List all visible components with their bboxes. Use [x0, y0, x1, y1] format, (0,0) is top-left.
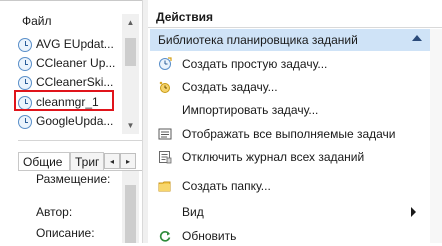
section-title: Библиотека планировщика заданий: [158, 33, 358, 47]
clock-icon: [18, 75, 32, 90]
task-list: AVG EUpdat... CCleaner Up... CCleanerSki…: [18, 34, 122, 130]
task-item-google-update[interactable]: GoogleUpda...: [18, 111, 122, 131]
tab-triggers[interactable]: Триг: [70, 152, 104, 171]
action-label: Создать простую задачу...: [182, 57, 328, 71]
action-refresh[interactable]: Обновить: [148, 226, 428, 246]
action-label: Создать задачу...: [182, 80, 278, 94]
action-view[interactable]: Вид: [148, 202, 428, 222]
collapse-icon[interactable]: [412, 35, 422, 41]
create-basic-task-icon: [159, 57, 172, 70]
clock-icon: [18, 37, 32, 52]
description-label: Описание:: [36, 226, 95, 240]
action-label: Обновить: [182, 229, 237, 243]
task-list-scrollbar[interactable]: ▲ ▼: [122, 14, 139, 134]
action-disable-history[interactable]: Отключить журнал всех заданий: [148, 147, 428, 167]
clock-icon: [18, 114, 32, 129]
pane-border: [0, 0, 142, 1]
task-list-pane: Файл AVG EUpdat... CCleaner Up... CClean…: [0, 0, 142, 243]
action-label: Отключить журнал всех заданий: [182, 150, 365, 164]
scroll-down-icon[interactable]: ▼: [122, 117, 139, 134]
scroll-up-icon[interactable]: ▲: [122, 14, 139, 31]
highlight-box: [14, 90, 114, 111]
action-create-folder[interactable]: Создать папку...: [148, 176, 428, 196]
new-folder-icon: [158, 181, 171, 192]
running-tasks-icon: [158, 128, 172, 140]
refresh-icon: [159, 231, 171, 242]
action-display-running-tasks[interactable]: Отображать все выполняемые задачи: [148, 124, 428, 144]
scrollbar-thumb[interactable]: [125, 185, 136, 243]
task-item-ccleaner-update[interactable]: CCleaner Up...: [18, 53, 122, 73]
action-import-task[interactable]: Импортировать задачу...: [148, 100, 428, 120]
action-label: Создать папку...: [182, 179, 271, 193]
author-label: Автор:: [36, 205, 73, 219]
action-label: Импортировать задачу...: [182, 103, 319, 117]
clock-icon: [18, 56, 32, 71]
actions-header: Действия: [148, 0, 442, 28]
actions-scrollbar[interactable]: [430, 29, 442, 243]
create-task-icon: [159, 81, 170, 93]
task-item-label: AVG EUpdat...: [36, 37, 114, 51]
divider: [18, 140, 142, 141]
submenu-arrow-icon: [411, 207, 416, 217]
action-label: Вид: [182, 205, 204, 219]
task-item-label: CCleanerSki...: [36, 75, 114, 89]
disable-history-icon: [159, 151, 172, 164]
action-label: Отображать все выполняемые задачи: [182, 127, 396, 141]
section-task-scheduler-library[interactable]: Библиотека планировщика заданий: [150, 29, 430, 51]
scrollbar-thumb[interactable]: [125, 38, 136, 66]
tab-general[interactable]: Общие: [18, 152, 70, 171]
task-item-avg[interactable]: AVG EUpdat...: [18, 34, 122, 54]
file-column-header[interactable]: Файл: [22, 14, 52, 28]
tab-next-icon[interactable]: ▸: [120, 153, 136, 169]
action-create-task[interactable]: Создать задачу...: [148, 77, 428, 97]
task-item-label: GoogleUpda...: [36, 114, 114, 128]
location-label: Размещение:: [36, 172, 111, 186]
action-create-basic-task[interactable]: Создать простую задачу...: [148, 54, 428, 74]
task-item-label: CCleaner Up...: [36, 56, 116, 70]
task-item-ccleaner-skip[interactable]: CCleanerSki...: [18, 72, 122, 92]
properties-scrollbar[interactable]: [122, 171, 139, 243]
actions-pane: Действия Библиотека планировщика заданий…: [148, 0, 442, 243]
tab-prev-icon[interactable]: ◂: [104, 153, 120, 169]
